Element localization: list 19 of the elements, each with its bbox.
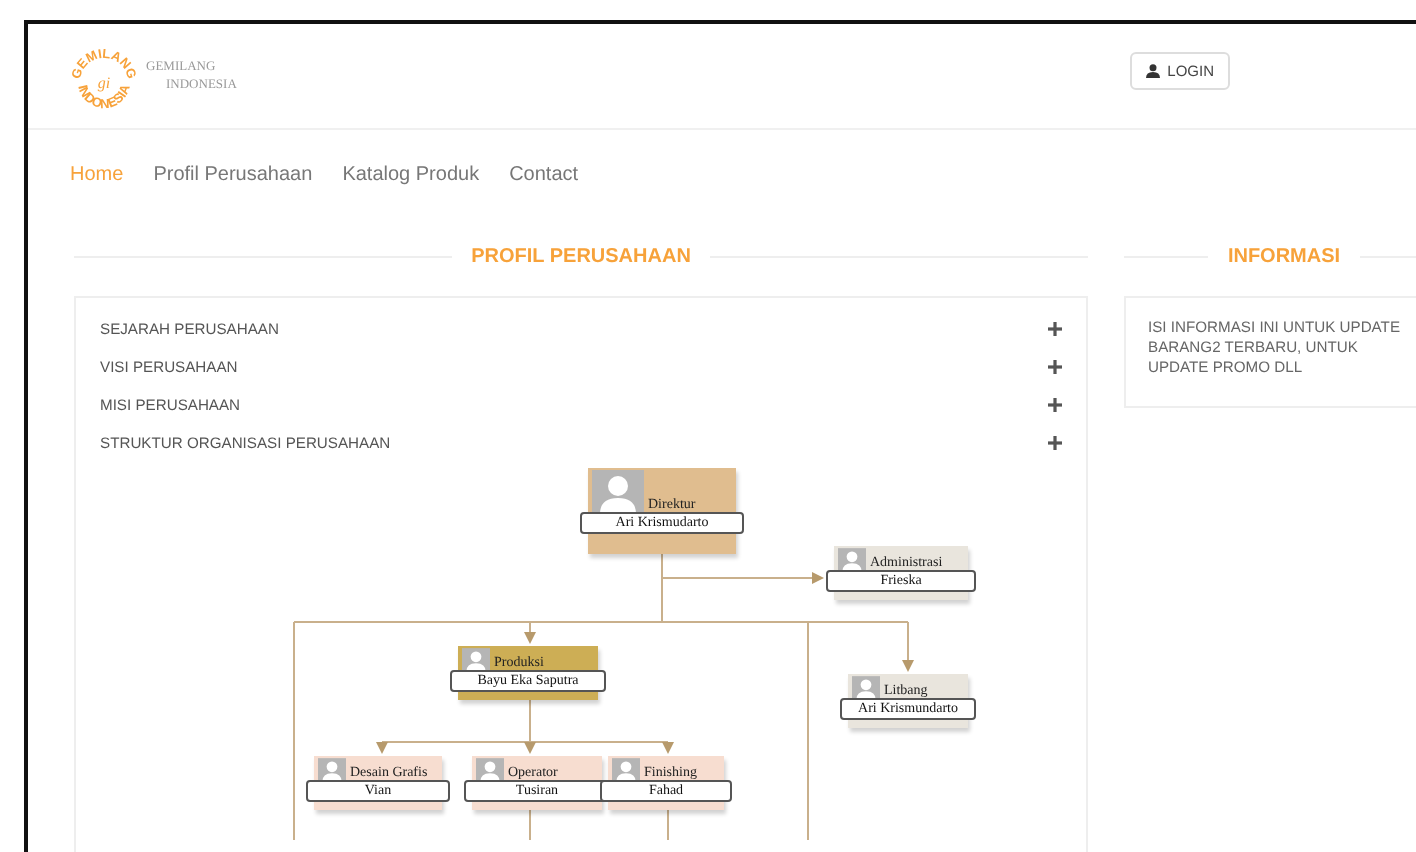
plus-icon[interactable] — [1048, 436, 1062, 450]
avatar-icon — [612, 758, 640, 782]
nav-link[interactable]: Katalog Produk — [342, 164, 480, 204]
connector-line — [667, 809, 669, 840]
user-icon — [1145, 63, 1160, 77]
avatar-icon — [462, 648, 490, 672]
avatar-icon — [592, 470, 644, 514]
nav-link[interactable]: Contact — [509, 164, 579, 204]
avatar-icon — [838, 548, 866, 572]
section-title: PROFIL PERUSAHAAN — [471, 245, 691, 267]
connector-line — [529, 809, 531, 840]
plus-icon[interactable] — [1048, 398, 1062, 412]
avatar-icon — [476, 758, 504, 782]
avatar-icon — [852, 676, 880, 700]
section-title: INFORMASI — [1227, 245, 1341, 267]
nav-link[interactable]: Profil Perusahaan — [153, 164, 313, 204]
avatar-icon — [318, 758, 346, 782]
plus-icon[interactable] — [1048, 360, 1062, 374]
plus-icon[interactable] — [1048, 322, 1062, 336]
